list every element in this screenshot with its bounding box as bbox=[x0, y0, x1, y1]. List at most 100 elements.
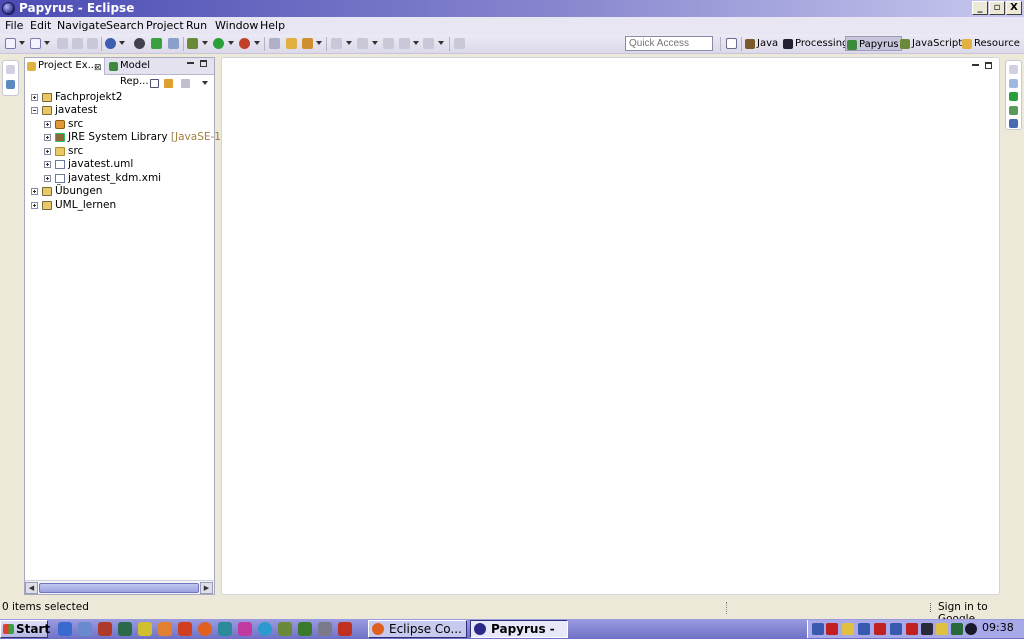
battery-icon[interactable] bbox=[936, 623, 948, 635]
tool-icon[interactable] bbox=[278, 622, 292, 636]
restore-icon[interactable] bbox=[6, 65, 15, 74]
pen-icon[interactable] bbox=[302, 38, 313, 49]
minimize-view-icon[interactable] bbox=[187, 62, 194, 64]
minimize-button[interactable]: _ bbox=[972, 1, 988, 15]
maximize-editor-icon[interactable] bbox=[985, 62, 992, 69]
paint-icon[interactable] bbox=[238, 622, 252, 636]
hierarchy-icon[interactable] bbox=[6, 80, 15, 89]
volume-icon[interactable] bbox=[890, 623, 902, 635]
processing-run-icon[interactable] bbox=[134, 38, 145, 49]
editor-area[interactable] bbox=[221, 57, 1000, 595]
forward-icon[interactable] bbox=[423, 38, 434, 49]
external-tools-icon[interactable] bbox=[239, 38, 250, 49]
debug-icon[interactable] bbox=[187, 38, 198, 49]
expand-icon[interactable] bbox=[44, 121, 51, 128]
collapse-all-icon[interactable] bbox=[150, 79, 159, 88]
expand-icon[interactable] bbox=[31, 188, 38, 195]
annotation-prev-icon[interactable] bbox=[357, 38, 368, 49]
scroll-left-button[interactable]: ◀ bbox=[25, 582, 38, 594]
menu-edit[interactable]: Edit bbox=[30, 18, 51, 33]
perspective-processing[interactable]: Processing bbox=[782, 36, 848, 51]
expand-icon[interactable] bbox=[31, 94, 38, 101]
filter-icon[interactable] bbox=[181, 79, 190, 88]
skype-icon[interactable] bbox=[258, 622, 272, 636]
link-with-editor-icon[interactable] bbox=[164, 79, 173, 88]
menu-file[interactable]: File bbox=[5, 18, 23, 33]
open-folder-icon[interactable] bbox=[286, 38, 297, 49]
update-icon[interactable] bbox=[965, 623, 977, 635]
tab-project-explorer[interactable]: Project Ex... ⊠ bbox=[25, 58, 105, 75]
notepad-icon[interactable] bbox=[138, 622, 152, 636]
expand-icon[interactable] bbox=[44, 134, 51, 141]
perspective-papyrus[interactable]: Papyrus bbox=[845, 36, 902, 51]
notes-icon[interactable] bbox=[842, 623, 854, 635]
taskbar-papyrus[interactable]: Papyrus - ... bbox=[470, 620, 568, 639]
menu-search[interactable]: Search bbox=[106, 18, 144, 33]
settings-icon[interactable] bbox=[318, 622, 332, 636]
connection-error-icon[interactable] bbox=[906, 623, 918, 635]
view-menu-icon[interactable] bbox=[202, 81, 208, 85]
back-dropdown-icon[interactable] bbox=[413, 41, 419, 45]
device-icon[interactable] bbox=[951, 623, 963, 635]
forward-dropdown-icon[interactable] bbox=[438, 41, 444, 45]
run-icon[interactable] bbox=[213, 38, 224, 49]
media-icon[interactable] bbox=[178, 622, 192, 636]
target-dropdown-icon[interactable] bbox=[119, 41, 125, 45]
folder-app-icon[interactable] bbox=[158, 622, 172, 636]
open-type-icon[interactable] bbox=[168, 38, 179, 49]
explorer-icon[interactable] bbox=[78, 622, 92, 636]
display-icon[interactable] bbox=[858, 623, 870, 635]
calculator-icon[interactable] bbox=[118, 622, 132, 636]
show-desktop-icon[interactable] bbox=[58, 622, 72, 636]
restore-icon[interactable] bbox=[1009, 65, 1018, 74]
open-perspective-icon[interactable] bbox=[726, 38, 737, 49]
tab-close-icon[interactable]: ⊠ bbox=[94, 60, 102, 76]
expand-icon[interactable] bbox=[44, 175, 51, 182]
refresh-icon[interactable] bbox=[151, 38, 162, 49]
scroll-thumb[interactable] bbox=[39, 583, 199, 593]
menu-window[interactable]: Window bbox=[215, 18, 258, 33]
scroll-right-button[interactable]: ▶ bbox=[200, 582, 213, 594]
ati-icon[interactable] bbox=[826, 623, 838, 635]
start-button[interactable]: Start bbox=[0, 620, 50, 638]
window-titlebar[interactable]: Papyrus - Eclipse _ ▫ X bbox=[0, 0, 1024, 17]
expand-icon[interactable] bbox=[31, 202, 38, 209]
tab-model-repository[interactable]: Model Rep... bbox=[107, 58, 177, 87]
save-all-icon[interactable] bbox=[72, 38, 83, 49]
tasks-check-icon[interactable] bbox=[1009, 92, 1018, 101]
annotation-next-icon[interactable] bbox=[331, 38, 342, 49]
firefox-icon[interactable] bbox=[198, 622, 212, 636]
expand-icon[interactable] bbox=[44, 161, 51, 168]
save-icon[interactable] bbox=[57, 38, 68, 49]
print-icon[interactable] bbox=[87, 38, 98, 49]
minimize-editor-icon[interactable] bbox=[972, 64, 979, 66]
properties-icon[interactable] bbox=[1009, 106, 1018, 115]
messenger-icon[interactable] bbox=[218, 622, 232, 636]
pin-icon[interactable] bbox=[454, 38, 465, 49]
target-icon[interactable] bbox=[105, 38, 116, 49]
perspective-javascript[interactable]: JavaScript bbox=[899, 36, 962, 51]
bug-icon[interactable] bbox=[338, 622, 352, 636]
back-arrow-icon[interactable] bbox=[399, 38, 410, 49]
network-error-icon[interactable] bbox=[874, 623, 886, 635]
console-icon[interactable] bbox=[1009, 119, 1018, 128]
debug-dropdown-icon[interactable] bbox=[202, 41, 208, 45]
menu-help[interactable]: Help bbox=[260, 18, 285, 33]
security-icon[interactable] bbox=[921, 623, 933, 635]
collapse-icon[interactable] bbox=[31, 107, 38, 114]
menu-project[interactable]: Project bbox=[146, 18, 184, 33]
outline-icon[interactable] bbox=[1009, 79, 1018, 88]
acrobat-icon[interactable] bbox=[298, 622, 312, 636]
new-model-icon[interactable] bbox=[30, 38, 41, 49]
external-tools-dropdown-icon[interactable] bbox=[254, 41, 260, 45]
pen-dropdown-icon[interactable] bbox=[316, 41, 322, 45]
run-dropdown-icon[interactable] bbox=[228, 41, 234, 45]
quick-access-input[interactable] bbox=[625, 36, 713, 51]
new-dropdown-icon[interactable] bbox=[19, 41, 25, 45]
perspective-java[interactable]: Java bbox=[744, 36, 778, 51]
open-task-icon[interactable] bbox=[269, 38, 280, 49]
annotation-prev-dropdown-icon[interactable] bbox=[372, 41, 378, 45]
new-model-dropdown-icon[interactable] bbox=[44, 41, 50, 45]
app-icon[interactable] bbox=[98, 622, 112, 636]
close-button[interactable]: X bbox=[1006, 1, 1022, 15]
